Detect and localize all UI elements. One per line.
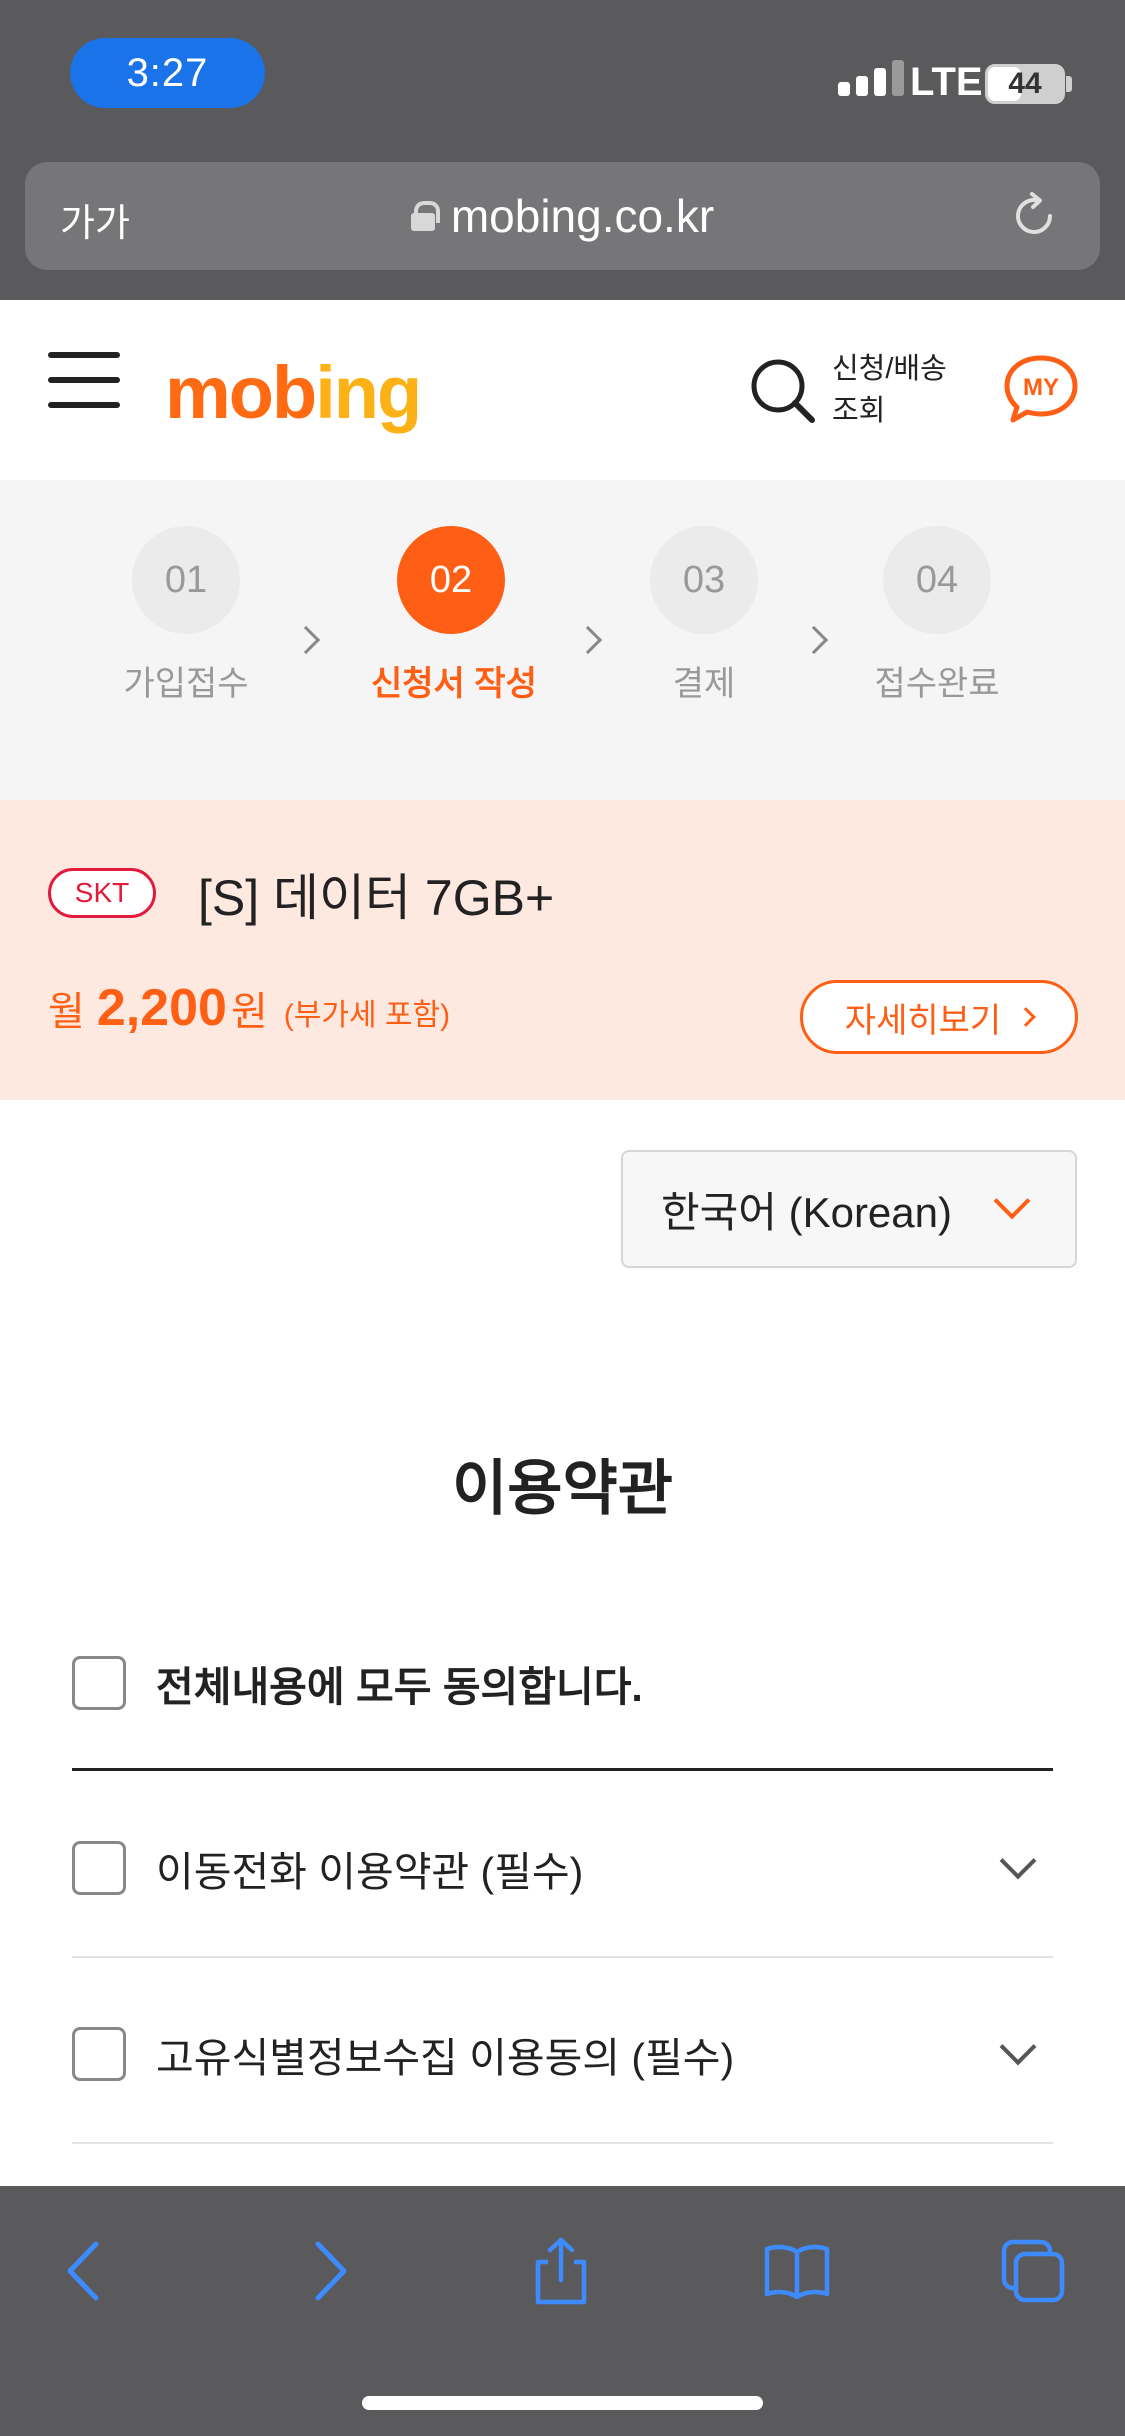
lock-icon [410,201,440,231]
menu-icon[interactable] [48,352,120,408]
browser-top-chrome: 3:27 LTE 44 가가 mobing.co.kr [0,0,1125,300]
step-number: 02 [397,526,505,634]
divider [72,1956,1053,1958]
battery-percent: 44 [1008,67,1042,100]
step-label: 접수완료 [874,665,1000,703]
chevron-down-icon[interactable] [999,1842,1037,1880]
agree-all-checkbox[interactable] [72,1656,126,1710]
chevron-down-icon [993,1182,1031,1220]
carrier-badge: SKT [48,868,156,918]
cellular-signal-icon [838,60,904,96]
terms-item-label: 고유식별정보수집 이용동의 (필수) [156,2035,735,2081]
terms-item-row[interactable]: 고유식별정보수집 이용동의 (필수) [72,2024,1053,2084]
selected-plan-banner: SKT [S] 데이터 7GB+ 월 2,200 원 (부가세 포함) 자세히보… [0,800,1125,1100]
plan-price: 월 2,200 원 (부가세 포함) [48,978,450,1038]
network-type: LTE [910,60,983,104]
step-label: 결제 [672,665,736,703]
step-label: 신청서 작성 [371,665,537,703]
reload-icon[interactable] [1008,190,1060,242]
battery-tip [1066,76,1072,92]
chevron-right-icon [573,625,603,655]
share-icon[interactable] [526,2236,596,2306]
divider [72,2142,1053,2144]
price-vat-note: (부가세 포함) [283,999,451,1032]
step-2: 02 신청서 작성 [371,526,537,705]
back-icon[interactable] [52,2236,122,2306]
chevron-right-icon [1016,1007,1037,1027]
language-selected-value: 한국어 (Korean) [661,1188,952,1236]
step-label: 가입접수 [123,665,249,703]
terms-item-checkbox[interactable] [72,2027,126,2081]
tabs-icon[interactable] [998,2236,1068,2306]
status-time: 3:27 [70,38,265,108]
forward-icon[interactable] [292,2236,362,2306]
terms-item-label: 이동전화 이용약관 (필수) [156,1849,584,1895]
order-tracking-link[interactable]: 신청/배송 조회 [832,348,947,432]
step-1: 01 가입접수 [106,526,266,705]
chevron-right-icon [291,625,321,655]
plan-detail-button[interactable]: 자세히보기 [800,980,1078,1054]
step-number: 04 [883,526,991,634]
plan-name: [S] 데이터 7GB+ [198,870,555,926]
terms-title: 이용약관 [452,1455,673,1522]
price-amount: 2,200 [96,979,227,1037]
battery-icon: 44 [985,64,1065,104]
my-page-icon[interactable]: MY [1003,352,1079,424]
application-steps: 01 가입접수 02 신청서 작성 03 결제 04 접수완료 [0,480,1125,800]
step-4: 04 접수완료 [857,526,1017,705]
step-number: 03 [650,526,758,634]
mobing-logo[interactable]: mobing [165,350,422,435]
terms-item-row[interactable]: 이동전화 이용약관 (필수) [72,1838,1053,1898]
address-bar[interactable]: 가가 mobing.co.kr [25,162,1100,270]
svg-text:MY: MY [1023,374,1059,401]
agree-all-label: 전체내용에 모두 동의합니다. [156,1664,643,1710]
divider [72,1768,1053,1771]
language-select[interactable]: 한국어 (Korean) [621,1150,1077,1268]
bookmarks-icon[interactable] [762,2236,832,2306]
url-display[interactable]: mobing.co.kr [25,162,1100,270]
search-icon[interactable] [748,356,818,426]
price-prefix: 월 [48,990,85,1034]
site-header: mobing 신청/배송 조회 MY [0,300,1125,480]
agree-all-row[interactable]: 전체내용에 모두 동의합니다. [72,1653,1053,1713]
url-text: mobing.co.kr [450,190,715,242]
step-3: 03 결제 [624,526,784,705]
price-unit: 원 [230,990,268,1034]
terms-item-checkbox[interactable] [72,1841,126,1895]
step-number: 01 [132,526,240,634]
home-indicator[interactable] [362,2396,763,2410]
chevron-right-icon [799,625,829,655]
detail-button-label: 자세히보기 [844,1001,1002,1040]
chevron-down-icon[interactable] [999,2028,1037,2066]
